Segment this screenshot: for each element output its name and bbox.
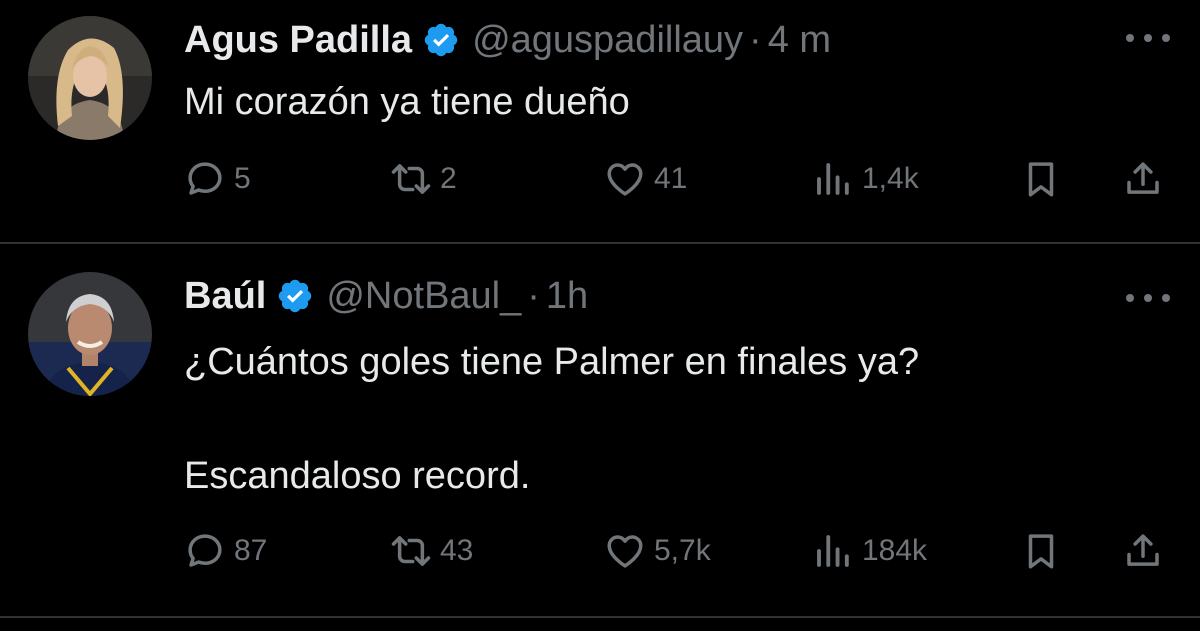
more-icon[interactable] (1126, 288, 1170, 308)
tweet-header: Baúl @NotBaul_ · 1h (184, 274, 588, 318)
views-count: 1,4k (862, 162, 919, 195)
avatar[interactable] (28, 16, 152, 140)
bookmark-icon (1028, 534, 1054, 569)
views-count: 184k (862, 534, 928, 567)
separator-dot: · (749, 19, 762, 61)
repost-icon (391, 536, 431, 566)
author-handle[interactable]: @NotBaul_ (326, 274, 521, 318)
reply-button[interactable]: 87 (184, 526, 267, 576)
reply-count: 87 (234, 534, 268, 567)
share-icon (1127, 534, 1159, 566)
avatar[interactable] (28, 272, 152, 396)
tweet[interactable]: Agus Padilla @aguspadillauy · 4 m Mi cor… (0, 0, 1200, 242)
views-icon (817, 163, 849, 195)
verified-badge-icon (279, 279, 312, 313)
tweet[interactable]: Baúl @NotBaul_ · 1h ¿Cuántos goles tiene… (0, 244, 1200, 616)
tweet-actions: 87 43 5,7k 184k (184, 526, 1174, 576)
bookmark-button[interactable] (1020, 526, 1062, 576)
bookmark-button[interactable] (1020, 154, 1062, 204)
tweet-text-line: ¿Cuántos goles tiene Palmer en finales y… (184, 341, 920, 383)
like-button[interactable]: 41 (604, 154, 687, 204)
divider (0, 616, 1200, 618)
separator-dot: · (527, 275, 540, 317)
timestamp[interactable]: 4 m (768, 18, 831, 62)
repost-count: 43 (440, 534, 474, 567)
tweet-actions: 5 2 41 1,4k (184, 154, 1174, 204)
tweet-header: Agus Padilla @aguspadillauy · 4 m (184, 18, 831, 62)
repost-button[interactable]: 2 (390, 154, 457, 204)
reply-icon (188, 534, 222, 567)
like-count: 41 (654, 162, 688, 195)
heart-icon (607, 535, 643, 568)
repost-icon (391, 164, 431, 194)
repost-count: 2 (440, 162, 457, 195)
author-handle[interactable]: @aguspadillauy (472, 18, 743, 62)
repost-button[interactable]: 43 (390, 526, 473, 576)
reply-button[interactable]: 5 (184, 154, 251, 204)
share-button[interactable] (1122, 526, 1164, 576)
views-button[interactable]: 184k (812, 526, 927, 576)
verified-badge-icon (424, 23, 458, 57)
reply-icon (188, 162, 222, 195)
like-count: 5,7k (654, 534, 711, 567)
heart-icon (607, 163, 643, 196)
author-name[interactable]: Agus Padilla (184, 18, 412, 62)
views-button[interactable]: 1,4k (812, 154, 919, 204)
tweet-text-line: Escandaloso record. (184, 455, 531, 497)
share-button[interactable] (1122, 154, 1164, 204)
like-button[interactable]: 5,7k (604, 526, 711, 576)
tweet-text: Mi corazón ya tiene dueño (184, 81, 630, 123)
bookmark-icon (1028, 162, 1054, 197)
share-icon (1127, 162, 1159, 194)
more-icon[interactable] (1126, 28, 1170, 48)
timestamp[interactable]: 1h (546, 274, 588, 318)
views-icon (817, 535, 849, 567)
reply-count: 5 (234, 162, 251, 195)
author-name[interactable]: Baúl (184, 274, 266, 318)
